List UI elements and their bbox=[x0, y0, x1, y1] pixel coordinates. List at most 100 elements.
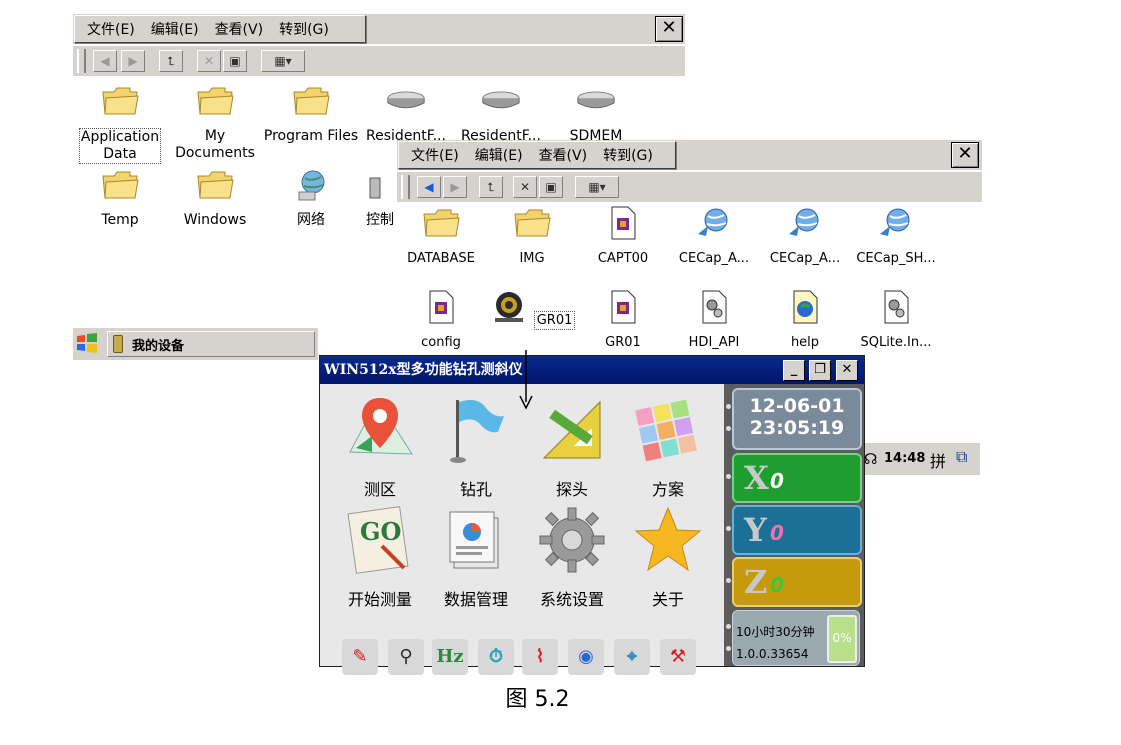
side-dot bbox=[726, 426, 731, 431]
side-dot bbox=[726, 526, 731, 531]
pen-icon[interactable]: ✎ bbox=[342, 639, 378, 675]
clock-time[interactable]: 14:48 bbox=[884, 451, 925, 466]
icon-label: Application Data bbox=[78, 128, 162, 164]
view-menu-icon[interactable]: ▦▾ bbox=[261, 50, 305, 72]
up-folder-icon[interactable]: ⮤ bbox=[479, 176, 503, 198]
menu-edit[interactable]: 编辑(E) bbox=[467, 145, 531, 165]
icon-label: CECap_A... bbox=[678, 251, 750, 266]
document-stack-icon bbox=[449, 511, 499, 569]
menu-file[interactable]: 文件(E) bbox=[403, 145, 467, 165]
hz-icon[interactable]: Hz bbox=[432, 639, 468, 675]
close-button[interactable]: ✕ bbox=[836, 360, 858, 381]
globe-icon[interactable]: ◉ bbox=[568, 639, 604, 675]
properties-icon[interactable]: ▣ bbox=[223, 50, 247, 72]
toolbar-grip[interactable] bbox=[77, 49, 86, 73]
windows-start-icon[interactable] bbox=[75, 332, 99, 354]
icon-img[interactable]: IMG bbox=[484, 206, 580, 267]
menu-view[interactable]: 查看(V) bbox=[531, 145, 596, 165]
icon-gr01-file[interactable]: GR01 bbox=[575, 290, 671, 351]
antenna-icon[interactable]: ⌇ bbox=[522, 639, 558, 675]
globe-exe-icon bbox=[880, 208, 910, 236]
icon-hdi-api[interactable]: HDI_API bbox=[666, 290, 762, 351]
tile-borehole[interactable]: 钻孔 bbox=[434, 392, 518, 500]
forward-arrow-icon[interactable]: ▶ bbox=[443, 176, 467, 198]
tile-label: 系统设置 bbox=[539, 590, 604, 609]
task-switch-icon[interactable]: ⧉ bbox=[956, 447, 974, 467]
view-menu-icon[interactable]: ▦▾ bbox=[575, 176, 619, 198]
icon-control-partial[interactable]: 控制 bbox=[340, 168, 400, 229]
toolbar-grip[interactable] bbox=[401, 175, 410, 199]
icon-sdmem[interactable]: SDMEM bbox=[548, 84, 644, 145]
back-arrow-icon[interactable]: ◀ bbox=[93, 50, 117, 72]
app-title: WIN512x型多功能钻孔测斜仪 bbox=[324, 362, 523, 378]
timer-icon[interactable]: ⏱ bbox=[478, 639, 514, 675]
icon-config[interactable]: config bbox=[393, 290, 489, 351]
z-axis-panel[interactable]: Z 0 bbox=[732, 557, 862, 607]
delete-icon[interactable]: ✕ bbox=[513, 176, 537, 198]
power-plug-icon[interactable]: ☊ bbox=[864, 450, 877, 468]
icon-label: Temp bbox=[101, 212, 139, 228]
icon-capt00[interactable]: CAPT00 bbox=[575, 206, 671, 267]
icon-label: DATABASE bbox=[407, 251, 475, 266]
icon-residentf-2[interactable]: ResidentF... bbox=[453, 84, 549, 145]
menu-group: 文件(E) 编辑(E) 查看(V) 转到(G) bbox=[74, 15, 366, 43]
icon-sqlite[interactable]: SQLite.In... bbox=[848, 290, 944, 351]
icon-gr01-app[interactable]: GR01 bbox=[484, 290, 580, 330]
tile-label: 探头 bbox=[555, 480, 588, 499]
folder-icon bbox=[514, 209, 551, 237]
tile-system-settings[interactable]: 系统设置 bbox=[530, 502, 614, 610]
device-icon bbox=[113, 335, 123, 353]
folder-icon bbox=[102, 87, 139, 115]
properties-icon[interactable]: ▣ bbox=[539, 176, 563, 198]
delete-icon[interactable]: ✕ bbox=[197, 50, 221, 72]
menu-goto[interactable]: 转到(G) bbox=[595, 145, 661, 165]
icon-cecap-a-2[interactable]: CECap_A... bbox=[757, 206, 853, 267]
y-axis-panel[interactable]: Y 0 bbox=[732, 505, 862, 555]
taskbar-item-my-device[interactable]: 我的设备 bbox=[107, 331, 315, 357]
tile-data-manage[interactable]: 数据管理 bbox=[434, 502, 518, 610]
figure-caption: 图 5.2 bbox=[505, 687, 570, 712]
folder-icon bbox=[293, 87, 330, 115]
tile-survey-area[interactable]: 测区 bbox=[338, 392, 422, 500]
icon-program-files[interactable]: Program Files bbox=[263, 84, 359, 145]
menu-goto[interactable]: 转到(G) bbox=[271, 19, 337, 39]
connect-icon[interactable]: ⚲ bbox=[388, 639, 424, 675]
menu-view[interactable]: 查看(V) bbox=[207, 19, 272, 39]
icon-label: Windows bbox=[183, 212, 247, 228]
menu-file[interactable]: 文件(E) bbox=[79, 19, 143, 39]
icon-windows[interactable]: Windows bbox=[167, 168, 263, 229]
map-pin-icon[interactable]: ⌖ bbox=[614, 639, 650, 675]
folder-icon bbox=[423, 209, 460, 237]
tile-plan[interactable]: 方案 bbox=[626, 392, 710, 500]
up-folder-icon[interactable]: ⮤ bbox=[159, 50, 183, 72]
tile-probe[interactable]: 探头 bbox=[530, 392, 614, 500]
icon-label: Program Files bbox=[263, 128, 359, 144]
folder-icon bbox=[197, 87, 234, 115]
taskbar: 我的设备 bbox=[73, 327, 318, 360]
tool-icon[interactable]: ⚒ bbox=[660, 639, 696, 675]
gear-file-icon bbox=[702, 290, 727, 324]
minimize-button[interactable]: _ bbox=[783, 360, 805, 381]
tile-start-measure[interactable]: GO 开始测量 bbox=[338, 502, 422, 610]
close-button[interactable]: ✕ bbox=[951, 142, 979, 168]
menu-edit[interactable]: 编辑(E) bbox=[143, 19, 207, 39]
close-button[interactable]: ✕ bbox=[655, 16, 683, 42]
gear-icon bbox=[539, 507, 605, 573]
restore-button[interactable]: ❐ bbox=[809, 360, 831, 381]
x-axis-panel[interactable]: X 0 bbox=[732, 453, 862, 503]
z-axis-label: Z bbox=[744, 563, 768, 601]
ime-indicator[interactable]: 拼 bbox=[930, 448, 946, 472]
icon-residentf-1[interactable]: ResidentF... bbox=[358, 84, 454, 145]
back-arrow-icon[interactable]: ◀ bbox=[417, 176, 441, 198]
icon-cecap-a-1[interactable]: CECap_A... bbox=[666, 206, 762, 267]
icon-cecap-sh[interactable]: CECap_SH... bbox=[848, 206, 944, 267]
icon-application-data[interactable]: Application Data bbox=[72, 84, 168, 164]
icon-database[interactable]: DATABASE bbox=[393, 206, 489, 267]
icon-help[interactable]: help bbox=[757, 290, 853, 351]
forward-arrow-icon[interactable]: ▶ bbox=[121, 50, 145, 72]
icon-my-documents[interactable]: My Documents bbox=[167, 84, 263, 162]
side-dot bbox=[726, 646, 731, 651]
taskbar-item-label: 我的设备 bbox=[132, 339, 185, 354]
tile-about[interactable]: 关于 bbox=[626, 502, 710, 610]
icon-temp[interactable]: Temp bbox=[72, 168, 168, 229]
